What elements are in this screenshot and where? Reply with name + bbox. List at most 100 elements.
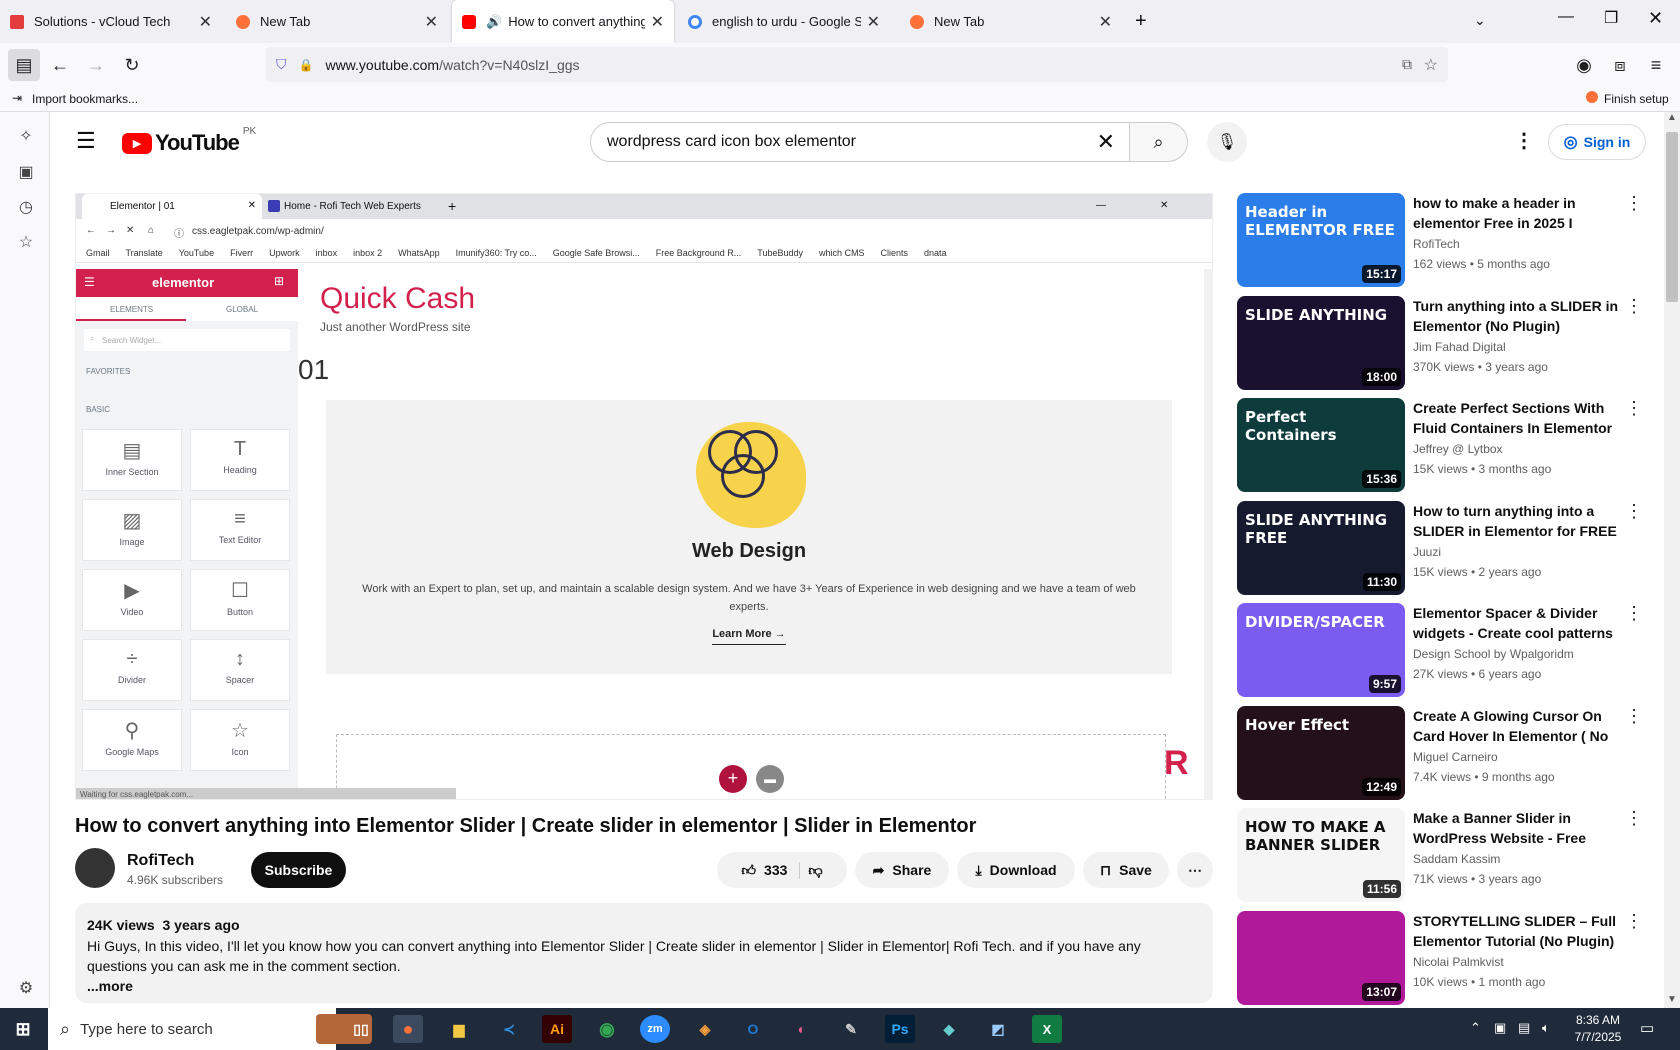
more-vertical-icon[interactable]: ⋮ <box>1514 128 1534 153</box>
close-tab-icon[interactable]: ✕ <box>1099 12 1112 32</box>
more-vertical-icon[interactable]: ⋮ <box>1625 501 1643 522</box>
video-player[interactable]: Elementor | 01 ✕ Home - Rofi Tech Web Ex… <box>75 193 1213 800</box>
dislike-button[interactable]: 👎︎ <box>808 862 822 879</box>
browser-tab-2[interactable]: New Tab ✕ <box>226 0 448 43</box>
recommended-video[interactable]: SLIDE ANYTHING 18:00 Turn anything into a … <box>1237 295 1657 392</box>
app-icon[interactable]: ◆ <box>934 1015 964 1043</box>
tray-app-icon[interactable]: ▣ <box>1494 1020 1506 1036</box>
chrome-icon[interactable]: ◉ <box>592 1015 622 1043</box>
close-tab-icon[interactable]: ✕ <box>199 12 212 32</box>
lock-icon[interactable]: 🔒 <box>299 58 314 72</box>
recommended-channel[interactable]: Jim Fahad Digital <box>1413 340 1506 354</box>
subscribe-button[interactable]: Subscribe <box>251 852 346 888</box>
app-icon[interactable]: ◈ <box>690 1015 720 1043</box>
speaker-icon[interactable]: 🔊 <box>486 14 502 30</box>
more-vertical-icon[interactable]: ⋮ <box>1625 603 1643 624</box>
bookmark-star-icon[interactable]: ☆ <box>1424 55 1438 75</box>
more-vertical-icon[interactable]: ⋮ <box>1625 706 1643 727</box>
volume-icon[interactable]: 🔈︎ <box>1542 1020 1550 1036</box>
back-arrow-icon[interactable]: ← <box>44 49 76 81</box>
shield-icon[interactable]: ⛉ <box>276 56 287 73</box>
maximize-icon[interactable]: ❐ <box>1604 8 1618 28</box>
recommended-video[interactable]: 13:07 STORYTELLING SLIDER – Full Elemento… <box>1237 910 1657 1007</box>
settings-gear-icon[interactable]: ⚙ <box>15 978 37 1000</box>
file-explorer-icon[interactable]: ▆ <box>444 1015 474 1043</box>
synced-tabs-icon[interactable]: ▣ <box>15 162 37 184</box>
share-button[interactable]: ➦ Share <box>855 852 949 888</box>
reload-icon[interactable]: ↻ <box>116 49 148 81</box>
scrollbar-thumb[interactable] <box>1666 132 1678 302</box>
more-vertical-icon[interactable]: ⋮ <box>1625 398 1643 419</box>
guide-menu-icon[interactable]: ☰ <box>76 128 96 154</box>
browser-tab-3-active[interactable]: 🔊 How to convert anything in ✕ <box>452 0 674 43</box>
recommended-channel[interactable]: Juuzi <box>1413 545 1441 559</box>
minimize-icon[interactable]: — <box>1558 8 1574 26</box>
page-scrollbar[interactable]: ▲ ▼ <box>1664 112 1680 1008</box>
scroll-down-icon[interactable]: ▼ <box>1667 994 1677 1005</box>
history-clock-icon[interactable]: ◷ <box>15 197 37 219</box>
channel-name[interactable]: RofiTech <box>127 852 194 870</box>
app-icon[interactable]: ◐ <box>787 1015 817 1043</box>
app-icon[interactable]: ◩ <box>983 1015 1013 1043</box>
recommended-channel[interactable]: Nicolai Palmkvist <box>1413 955 1504 969</box>
firefox-taskbar-icon[interactable]: ● <box>393 1015 423 1043</box>
illustrator-icon[interactable]: Ai <box>542 1015 572 1043</box>
chevron-down-icon[interactable]: ⌄ <box>1474 12 1486 29</box>
tray-chevron-up-icon[interactable]: ⌃ <box>1470 1020 1481 1036</box>
ai-sparkle-icon[interactable]: ✧ <box>15 126 37 148</box>
recommended-channel[interactable]: Design School by Wpalgoridm <box>1413 647 1574 661</box>
account-icon[interactable]: ◉ <box>1568 49 1600 81</box>
window-close-icon[interactable]: ✕ <box>1648 8 1663 29</box>
recommended-video[interactable]: Header in ELEMENTOR FREE 15:17 how to make… <box>1237 193 1657 289</box>
sidebar-toggle-icon[interactable]: ▤ <box>8 49 40 81</box>
picture-in-picture-icon[interactable]: ⧉ <box>1402 56 1412 73</box>
menu-hamburger-icon[interactable]: ≡ <box>1640 49 1672 81</box>
recommended-video[interactable]: DIVIDER/SPACER 9:57 Elementor Spacer & Div… <box>1237 603 1657 699</box>
network-icon[interactable]: ▤ <box>1518 1020 1530 1036</box>
download-button[interactable]: ⤓ Download <box>957 852 1075 888</box>
recommended-channel[interactable]: Jeffrey @ Lytbox <box>1413 442 1503 456</box>
recommended-title[interactable]: Create A Glowing Cursor On Card Hover In… <box>1413 706 1623 746</box>
video-thumbnail[interactable]: Header in ELEMENTOR FREE 15:17 <box>1237 193 1405 287</box>
import-bookmarks-link[interactable]: Import bookmarks... <box>32 92 138 106</box>
more-vertical-icon[interactable]: ⋮ <box>1625 296 1643 317</box>
recommended-video[interactable]: Hover Effect 12:49 Create A Glowing Cursor… <box>1237 705 1657 802</box>
finish-setup-link[interactable]: Finish setup <box>1604 92 1669 106</box>
recommended-title[interactable]: STORYTELLING SLIDER – Full Elementor Tut… <box>1413 911 1623 951</box>
voice-search-mic-icon[interactable]: 🎙 <box>1207 122 1247 162</box>
forward-arrow-icon[interactable]: → <box>80 49 112 81</box>
browser-tab-4[interactable]: english to urdu - Google Search ✕ <box>678 0 890 43</box>
show-more-link[interactable]: ...more <box>87 976 1201 996</box>
recommended-title[interactable]: How to turn anything into a SLIDER in El… <box>1413 501 1623 541</box>
url-bar[interactable]: ⛉ 🔒 www.youtube.com /watch?v=N40slzI_ggs… <box>266 47 1448 82</box>
windows-start-icon[interactable]: ⊞ <box>8 1015 38 1043</box>
recommended-channel[interactable]: Miguel Carneiro <box>1413 750 1498 764</box>
new-tab-plus-icon[interactable]: + <box>1135 10 1147 33</box>
recommended-title[interactable]: how to make a header in elementor Free i… <box>1413 193 1623 233</box>
taskbar-search-box[interactable]: ⌕ Type here to search <box>48 1008 372 1050</box>
search-input[interactable]: wordpress card icon box elementor ✕ <box>590 122 1130 162</box>
photoshop-icon[interactable]: Ps <box>885 1015 915 1043</box>
close-tab-icon[interactable]: ✕ <box>867 12 880 32</box>
recommended-video[interactable]: Perfect Containers 15:36 Create Perfect Se… <box>1237 398 1657 494</box>
browser-tab-1[interactable]: Solutions - vCloud Tech ✕ <box>0 0 222 43</box>
sign-in-button[interactable]: ◎ Sign in <box>1548 124 1646 160</box>
close-tab-icon[interactable]: ✕ <box>425 12 438 32</box>
browser-tab-5[interactable]: New Tab ✕ <box>900 0 1122 43</box>
clear-search-icon[interactable]: ✕ <box>1097 129 1115 155</box>
recommended-title[interactable]: Create Perfect Sections With Fluid Conta… <box>1413 398 1623 438</box>
more-vertical-icon[interactable]: ⋮ <box>1625 193 1643 214</box>
recommended-video[interactable]: SLIDE ANYTHING FREE 11:30 How to turn anyt… <box>1237 500 1657 597</box>
recommended-title[interactable]: Turn anything into a SLIDER in Elementor… <box>1413 296 1623 336</box>
video-description[interactable]: 24K views 3 years ago Hi Guys, In this v… <box>75 903 1213 1003</box>
bookmarks-star-icon[interactable]: ☆ <box>15 232 37 254</box>
channel-avatar[interactable] <box>75 848 115 888</box>
extensions-icon[interactable]: ⧈ <box>1604 49 1636 81</box>
more-actions-button[interactable]: ⋯ <box>1177 852 1213 888</box>
video-thumbnail[interactable]: SLIDE ANYTHING FREE 11:30 <box>1237 500 1405 595</box>
system-clock[interactable]: 8:36 AM 7/7/2025 <box>1570 1012 1626 1046</box>
task-view-icon[interactable]: ▯▯ <box>346 1015 376 1043</box>
youtube-logo[interactable]: ▶ YouTube PK <box>122 126 256 156</box>
recommended-channel[interactable]: Saddam Kassim <box>1413 852 1500 866</box>
video-thumbnail[interactable]: 13:07 <box>1237 910 1405 1005</box>
